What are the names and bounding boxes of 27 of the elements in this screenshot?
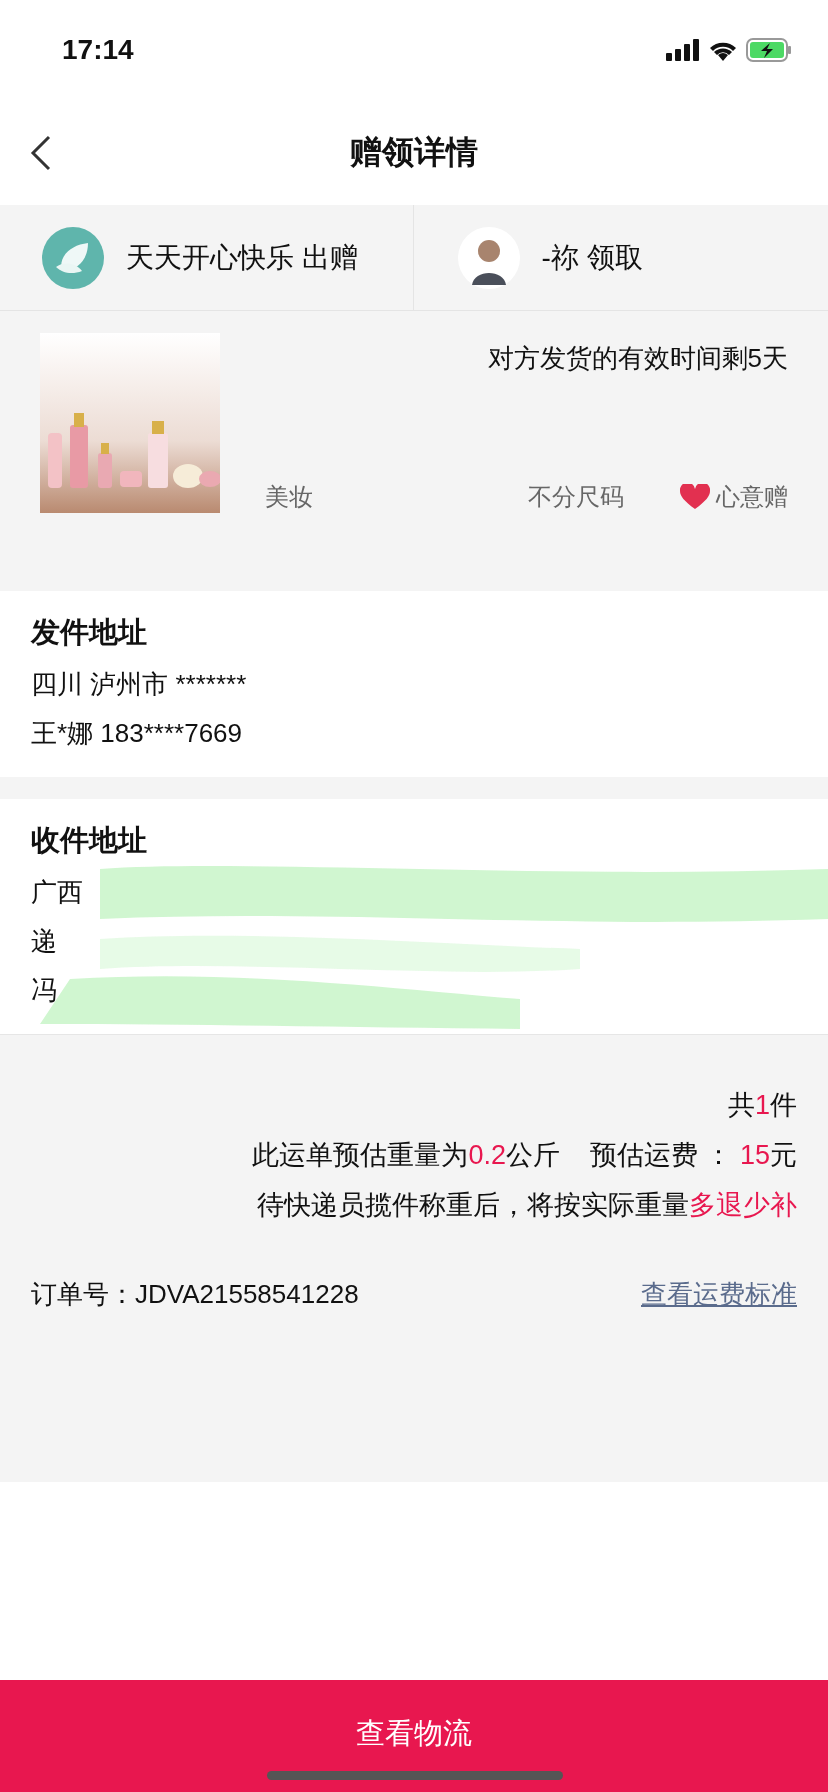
summary-line: 待快递员揽件称重后，将按实际重量多退少补 — [256, 1189, 797, 1222]
fee-standard-link[interactable]: 查看运费标准 — [641, 1277, 797, 1312]
user-avatar — [457, 226, 520, 289]
address-line: 广西 — [31, 876, 84, 909]
address-line: 四川 泸州市 ******* — [31, 668, 248, 701]
party-label: 天天开心快乐 出赠 — [126, 240, 358, 275]
logistics-button[interactable]: 查看物流 — [346, 1710, 482, 1758]
leaf-avatar — [42, 226, 104, 289]
address-line: 递 — [31, 925, 58, 958]
category-label: 美妆 — [265, 482, 313, 512]
battery-icon — [746, 38, 792, 62]
section-title: 发件地址 — [31, 615, 148, 650]
page-title: 赠领详情 — [350, 132, 478, 172]
gift-type: 心意赠 — [716, 482, 788, 512]
size-label: 不分尺码 — [528, 482, 624, 512]
shipping-deadline: 对方发货的有效时间剩5天 — [486, 342, 788, 375]
party-label: -祢 领取 — [541, 240, 643, 275]
status-time: 17:14 — [62, 34, 134, 66]
summary-line: 此运单预估重量为0.2公斤 预估运费 ： 15元 — [251, 1139, 797, 1172]
heart-icon — [680, 484, 710, 510]
summary-line: 共1件 — [726, 1089, 797, 1122]
section-title: 收件地址 — [31, 823, 148, 858]
address-line: 王*娜 183****7669 — [31, 717, 244, 750]
back-icon[interactable] — [30, 135, 52, 171]
address-line: 冯 — [31, 974, 58, 1007]
signal-icon — [666, 39, 700, 61]
order-number: 订单号：JDVA21558541228 — [31, 1278, 359, 1311]
